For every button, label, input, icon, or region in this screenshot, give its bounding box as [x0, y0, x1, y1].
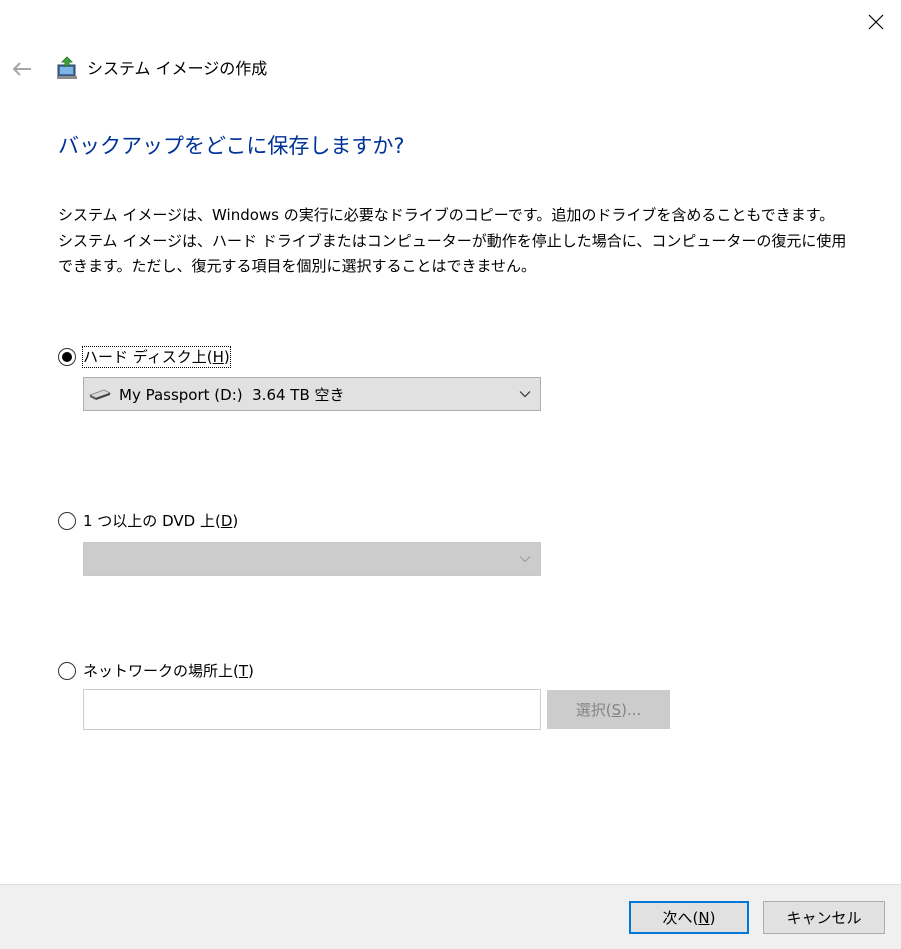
select-network-button[interactable]: 選択(S)...: [547, 690, 670, 729]
cancel-button[interactable]: キャンセル: [763, 901, 885, 934]
back-arrow-icon: [12, 62, 31, 76]
page-heading: バックアップをどこに保存しますか?: [58, 134, 405, 158]
dvd-radio[interactable]: [58, 512, 76, 530]
network-radio[interactable]: [58, 662, 76, 680]
description-line: システム イメージは、Windows の実行に必要なドライブのコピーです。追加の…: [58, 206, 835, 224]
dvd-dropdown: [83, 542, 541, 576]
description-line: できます。ただし、復元する項目を個別に選択することはできません。: [58, 257, 537, 275]
window-title: システム イメージの作成: [87, 59, 268, 78]
network-radio-option[interactable]: ネットワークの場所上(T): [58, 661, 254, 681]
chevron-down-icon: [519, 556, 531, 563]
chevron-down-icon: [519, 391, 531, 398]
hard-disk-label[interactable]: ハード ディスク上(H): [82, 346, 231, 368]
hard-disk-radio-option[interactable]: ハード ディスク上(H): [58, 346, 231, 368]
hard-drive-icon: [89, 389, 111, 400]
description: システム イメージは、Windows の実行に必要なドライブのコピーです。追加の…: [58, 203, 848, 280]
hard-disk-dropdown[interactable]: My Passport (D:) 3.64 TB 空き: [83, 377, 541, 411]
hard-disk-radio[interactable]: [58, 348, 76, 366]
close-icon: [868, 14, 883, 30]
dvd-label[interactable]: 1 つ以上の DVD 上(D): [83, 511, 238, 531]
back-button[interactable]: [4, 52, 40, 86]
hard-disk-dropdown-value: My Passport (D:) 3.64 TB 空き: [119, 385, 345, 404]
network-label[interactable]: ネットワークの場所上(T): [83, 661, 254, 681]
dvd-radio-option[interactable]: 1 つ以上の DVD 上(D): [58, 511, 238, 531]
description-line: システム イメージは、ハード ドライブまたはコンピューターが動作を停止した場合に…: [58, 231, 847, 250]
close-button[interactable]: [850, 0, 901, 44]
system-image-backup-icon: [57, 56, 77, 79]
network-location-input[interactable]: [83, 689, 541, 730]
next-button[interactable]: 次へ(N): [629, 901, 749, 934]
